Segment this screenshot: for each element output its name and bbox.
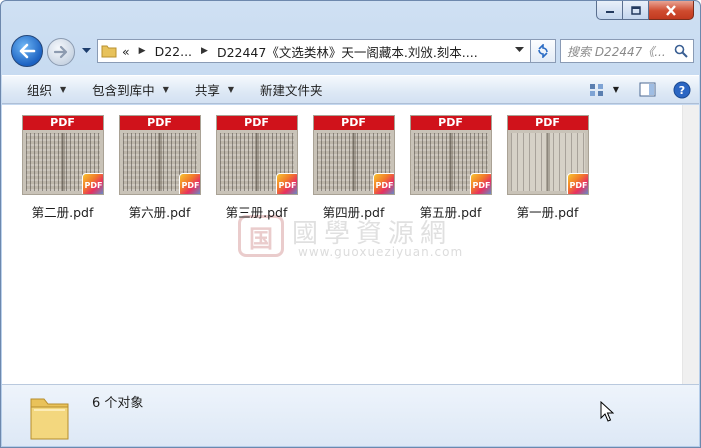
chevron-down-icon: ▼ (162, 85, 169, 94)
file-name[interactable]: 第五册.pdf (420, 202, 482, 221)
close-button[interactable] (649, 1, 694, 20)
breadcrumb-separator-icon[interactable]: ▶ (139, 46, 146, 56)
share-label: 共享 (194, 83, 220, 98)
vertical-scrollbar[interactable] (682, 105, 699, 384)
page-fold (545, 133, 550, 191)
back-button[interactable] (11, 35, 43, 67)
pdf-thumbnail: PDF PDF (118, 115, 201, 195)
view-grid-icon (589, 83, 603, 96)
chevron-down-icon: ▼ (60, 85, 67, 94)
organize-label: 组织 (27, 83, 53, 98)
maximize-icon (630, 5, 641, 15)
file-name[interactable]: 第二册.pdf (32, 202, 94, 221)
organize-menu[interactable]: 组织 ▼ (2, 76, 79, 103)
page-fold (60, 133, 65, 191)
watermark-logo: 国 國學資源網 www.guoxueziyuan.com (238, 215, 478, 259)
pdf-thumbnail: PDF PDF (21, 115, 104, 195)
forward-arrow-icon (53, 45, 68, 59)
svg-text:?: ? (679, 84, 685, 97)
include-in-library-menu[interactable]: 包含到库中 ▼ (79, 76, 182, 103)
forward-button[interactable] (47, 38, 75, 66)
breadcrumb-current[interactable]: D22447《文选类林》天一阁藏本.刘攽.刻本.... (217, 42, 478, 61)
recent-pages-dropdown[interactable] (80, 45, 92, 57)
maximize-button[interactable] (623, 1, 649, 20)
change-view-button[interactable]: ▼ (589, 83, 619, 97)
share-menu[interactable]: 共享 ▼ (182, 76, 247, 103)
breadcrumb-parent[interactable]: D22... (155, 44, 192, 59)
file-item-1[interactable]: PDF PDF 第六册.pdf (111, 115, 208, 221)
pdf-thumbnail: PDF PDF (409, 115, 492, 195)
file-name[interactable]: 第一册.pdf (517, 202, 579, 221)
pdf-file-icon: PDF (372, 173, 394, 194)
mouse-cursor-icon (600, 401, 614, 422)
new-folder-button[interactable]: 新建文件夹 (247, 76, 336, 103)
file-item-0[interactable]: PDF PDF 第二册.pdf (14, 115, 111, 221)
search-icon[interactable] (674, 44, 688, 58)
pdf-banner: PDF (507, 116, 588, 130)
search-placeholder: 搜索 D22447《... (567, 44, 666, 59)
breadcrumb-overflow[interactable]: « (122, 44, 130, 59)
address-bar[interactable]: « ▶ D22... ▶ D22447《文选类林》天一阁藏本.刘攽.刻本.... (97, 39, 531, 63)
chevron-down-icon: ▼ (612, 85, 619, 94)
preview-pane-icon[interactable] (639, 82, 657, 98)
back-arrow-icon (19, 43, 36, 59)
chevron-down-icon (81, 48, 91, 53)
pdf-banner: PDF (313, 116, 394, 130)
new-folder-label: 新建文件夹 (260, 83, 323, 98)
include-in-library-label: 包含到库中 (92, 83, 155, 98)
pdf-thumbnail: PDF PDF (312, 115, 395, 195)
file-name[interactable]: 第六册.pdf (129, 202, 191, 221)
watermark-url: www.guoxueziyuan.com (298, 245, 464, 259)
file-name[interactable]: 第四册.pdf (323, 202, 385, 221)
pdf-thumbnail: PDF PDF (215, 115, 298, 195)
pdf-file-icon: PDF (469, 173, 491, 194)
pdf-file-icon: PDF (566, 173, 588, 194)
pdf-file-icon: PDF (275, 173, 297, 194)
explorer-window: « ▶ D22... ▶ D22447《文选类林》天一阁藏本.刘攽.刻本....… (0, 0, 701, 448)
pdf-thumbnail: PDF PDF (506, 115, 589, 195)
pdf-file-icon: PDF (81, 173, 103, 194)
page-fold (254, 133, 259, 191)
search-input[interactable]: 搜索 D22447《... (560, 39, 694, 63)
folder-icon (30, 398, 69, 440)
breadcrumb-separator-icon[interactable]: ▶ (201, 46, 208, 56)
chevron-down-icon: ▼ (227, 85, 235, 94)
file-item-2[interactable]: PDF PDF 第三册.pdf (208, 115, 305, 221)
file-item-4[interactable]: PDF PDF 第五册.pdf (402, 115, 499, 221)
file-item-3[interactable]: PDF PDF 第四册.pdf (305, 115, 402, 221)
help-icon[interactable]: ? (673, 81, 691, 99)
pdf-file-icon: PDF (178, 173, 200, 194)
file-name[interactable]: 第三册.pdf (226, 202, 288, 221)
refresh-button[interactable] (531, 39, 556, 63)
item-count: 6 个对象 (92, 396, 144, 411)
page-fold (448, 133, 453, 191)
navigation-bar: « ▶ D22... ▶ D22447《文选类林》天一阁藏本.刘攽.刻本....… (9, 35, 694, 67)
details-pane: 6 个对象 (2, 384, 699, 446)
page-fold (157, 133, 162, 191)
minimize-icon (605, 11, 614, 13)
page-fold (351, 133, 356, 191)
command-bar: 组织 ▼ 包含到库中 ▼ 共享 ▼ 新建文件夹 ▼ ? (2, 75, 699, 104)
pdf-banner: PDF (22, 116, 103, 130)
caption-buttons (596, 1, 694, 20)
close-icon (666, 4, 676, 16)
pdf-banner: PDF (119, 116, 200, 130)
pdf-banner: PDF (216, 116, 297, 130)
file-list[interactable]: 国 國學資源網 www.guoxueziyuan.com PDF PDF 第二册… (2, 105, 699, 384)
folder-icon (98, 44, 120, 58)
pdf-banner: PDF (410, 116, 491, 130)
watermark-seal: 国 (238, 215, 284, 257)
minimize-button[interactable] (596, 1, 623, 20)
address-dropdown-icon[interactable] (515, 47, 524, 53)
file-item-5[interactable]: PDF PDF 第一册.pdf (499, 115, 596, 221)
refresh-icon (538, 44, 548, 58)
